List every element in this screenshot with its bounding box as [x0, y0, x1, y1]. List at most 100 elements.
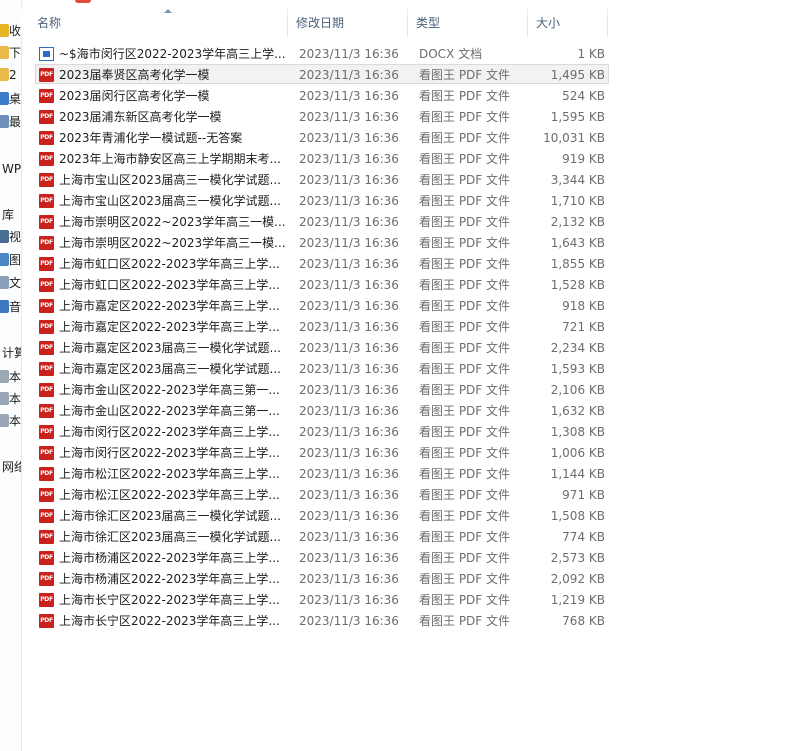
- file-date: 2023/11/3 16:36: [299, 572, 399, 586]
- file-row[interactable]: PDF 上海市崇明区2022~2023学年高三一模... 2023/11/3 16:…: [35, 232, 609, 252]
- nav-item[interactable]: 2: [0, 64, 17, 84]
- file-size: 1,855 KB: [550, 257, 605, 271]
- nav-item[interactable]: 库: [2, 204, 14, 224]
- file-name: 2023届闵行区高考化学一模: [59, 89, 210, 103]
- file-type: 看图王 PDF 文件: [419, 362, 511, 376]
- pdf-file-icon: PDF: [39, 551, 54, 565]
- file-date: 2023/11/3 16:36: [299, 320, 399, 334]
- file-name: 上海市闵行区2022-2023学年高三上学...: [59, 446, 280, 460]
- file-row[interactable]: PDF 2023届浦东新区高考化学一模 2023/11/3 16:36 看图王 PDF…: [35, 106, 609, 126]
- file-row[interactable]: PDF 2023年青浦化学一模试题--无答案 2023/11/3 16:36 看图王 …: [35, 127, 609, 147]
- file-row[interactable]: PDF 上海市崇明区2022~2023学年高三一模... 2023/11/3 16:…: [35, 211, 609, 231]
- nav-item[interactable]: 本地: [0, 366, 21, 386]
- file-size: 1,308 KB: [550, 425, 605, 439]
- recent-places-icon: [0, 115, 9, 128]
- file-size: 1,006 KB: [550, 446, 605, 460]
- file-type: 看图王 PDF 文件: [419, 278, 511, 292]
- file-row[interactable]: PDF 上海市金山区2022-2023学年高三第一... 2023/11/3 16:…: [35, 379, 609, 399]
- file-size: 971 KB: [562, 488, 605, 502]
- file-type: 看图王 PDF 文件: [419, 215, 511, 229]
- file-name: 上海市嘉定区2022-2023学年高三上学...: [59, 299, 280, 313]
- nav-item[interactable]: 文档: [0, 272, 21, 292]
- file-row[interactable]: PDF 上海市嘉定区2023届高三一模化学试题... 2023/11/3 16:36…: [35, 358, 609, 378]
- file-type: 看图王 PDF 文件: [419, 593, 511, 607]
- nav-item[interactable]: 本地: [0, 410, 21, 430]
- nav-item[interactable]: 视频: [0, 226, 22, 246]
- nav-item-label: 音乐: [9, 299, 22, 314]
- column-header-size[interactable]: 大小: [528, 9, 608, 37]
- file-row[interactable]: PDF 上海市闵行区2022-2023学年高三上学... 2023/11/3 16:…: [35, 442, 609, 462]
- file-name: 上海市徐汇区2023届高三一模化学试题...: [59, 509, 281, 523]
- file-size: 10,031 KB: [543, 131, 605, 145]
- file-name: 上海市崇明区2022~2023学年高三一模...: [59, 236, 286, 250]
- file-name: 上海市杨浦区2022-2023学年高三上学...: [59, 572, 280, 586]
- nav-item[interactable]: 网络: [2, 456, 21, 476]
- file-row[interactable]: PDF 上海市杨浦区2022-2023学年高三上学... 2023/11/3 16:…: [35, 547, 609, 567]
- file-row[interactable]: PDF 2023年上海市静安区高三上学期期末考... 2023/11/3 16:36…: [35, 148, 609, 168]
- file-row[interactable]: PDF 上海市宝山区2023届高三一模化学试题... 2023/11/3 16:36…: [35, 169, 609, 189]
- file-date: 2023/11/3 16:36: [299, 68, 399, 82]
- nav-item[interactable]: 计算机: [2, 342, 21, 362]
- file-type: 看图王 PDF 文件: [419, 383, 511, 397]
- column-header-type[interactable]: 类型: [408, 9, 528, 37]
- file-row[interactable]: PDF 上海市金山区2022-2023学年高三第一... 2023/11/3 16:…: [35, 400, 609, 420]
- nav-item[interactable]: WPS: [2, 158, 21, 178]
- file-row[interactable]: PDF 上海市杨浦区2022-2023学年高三上学... 2023/11/3 16:…: [35, 568, 609, 588]
- nav-item-label: 下载: [9, 45, 22, 60]
- file-row[interactable]: PDF 上海市嘉定区2023届高三一模化学试题... 2023/11/3 16:36…: [35, 337, 609, 357]
- file-name: 2023届浦东新区高考化学一模: [59, 110, 222, 124]
- file-row[interactable]: PDF 上海市嘉定区2022-2023学年高三上学... 2023/11/3 16:…: [35, 316, 609, 336]
- nav-item[interactable]: 桌面: [0, 88, 21, 108]
- nav-item-label: 图片: [9, 252, 22, 267]
- nav-item[interactable]: 下载: [0, 42, 22, 62]
- nav-item[interactable]: 本地: [0, 388, 21, 408]
- pdf-file-icon: PDF: [39, 299, 54, 313]
- file-row[interactable]: PDF 上海市长宁区2022-2023学年高三上学... 2023/11/3 16:…: [35, 589, 609, 609]
- file-size: 1,593 KB: [550, 362, 605, 376]
- file-row[interactable]: PDF 上海市虹口区2022-2023学年高三上学... 2023/11/3 16:…: [35, 253, 609, 273]
- file-row[interactable]: PDF 上海市长宁区2022-2023学年高三上学... 2023/11/3 16:…: [35, 610, 609, 630]
- pdf-file-icon: PDF: [39, 383, 54, 397]
- file-row[interactable]: PDF 上海市松江区2022-2023学年高三上学... 2023/11/3 16:…: [35, 484, 609, 504]
- file-row[interactable]: PDF 2023届奉贤区高考化学一模 2023/11/3 16:36 看图王 PDF …: [35, 64, 609, 84]
- file-row[interactable]: PDF 上海市闵行区2022-2023学年高三上学... 2023/11/3 16:…: [35, 421, 609, 441]
- file-row[interactable]: PDF 上海市嘉定区2022-2023学年高三上学... 2023/11/3 16:…: [35, 295, 609, 315]
- nav-item[interactable]: 最近: [0, 111, 21, 131]
- nav-item-label: 2: [9, 67, 17, 82]
- nav-item[interactable]: 收藏: [0, 20, 21, 40]
- pdf-file-icon: PDF: [39, 173, 54, 187]
- drive-icon: [0, 392, 9, 405]
- file-size: 1,495 KB: [550, 68, 605, 82]
- file-date: 2023/11/3 16:36: [299, 299, 399, 313]
- app-tab-marker: [75, 0, 91, 3]
- column-header-name[interactable]: 名称: [29, 9, 288, 37]
- top-edge: [21, 0, 791, 3]
- file-type: 看图王 PDF 文件: [419, 572, 511, 586]
- file-row[interactable]: PDF 上海市徐汇区2023届高三一模化学试题... 2023/11/3 16:36…: [35, 526, 609, 546]
- nav-item-label: 视频: [9, 229, 22, 244]
- file-row[interactable]: PDF 上海市虹口区2022-2023学年高三上学... 2023/11/3 16:…: [35, 274, 609, 294]
- pdf-file-icon: PDF: [39, 572, 54, 586]
- file-date: 2023/11/3 16:36: [299, 383, 399, 397]
- file-row[interactable]: PDF 2023届闵行区高考化学一模 2023/11/3 16:36 看图王 PDF …: [35, 85, 609, 105]
- file-date: 2023/11/3 16:36: [299, 530, 399, 544]
- file-name: 上海市松江区2022-2023学年高三上学...: [59, 488, 280, 502]
- file-row[interactable]: PDF 上海市徐汇区2023届高三一模化学试题... 2023/11/3 16:36…: [35, 505, 609, 525]
- column-header-date[interactable]: 修改日期: [288, 9, 408, 37]
- file-type: DOCX 文档: [419, 47, 483, 61]
- file-type: 看图王 PDF 文件: [419, 236, 511, 250]
- file-row[interactable]: ~$海市闵行区2022-2023学年高三上学... 2023/11/3 16:36…: [35, 43, 609, 63]
- file-name: ~$海市闵行区2022-2023学年高三上学...: [59, 47, 286, 61]
- file-name: 上海市宝山区2023届高三一模化学试题...: [59, 173, 281, 187]
- nav-item[interactable]: 图片: [0, 249, 22, 269]
- file-type: 看图王 PDF 文件: [419, 152, 511, 166]
- file-row[interactable]: PDF 上海市松江区2022-2023学年高三上学... 2023/11/3 16:…: [35, 463, 609, 483]
- pdf-file-icon: PDF: [39, 110, 54, 124]
- file-row[interactable]: PDF 上海市宝山区2023届高三一模化学试题... 2023/11/3 16:36…: [35, 190, 609, 210]
- file-date: 2023/11/3 16:36: [299, 257, 399, 271]
- file-size: 918 KB: [562, 299, 605, 313]
- nav-item[interactable]: 音乐: [0, 296, 22, 316]
- file-size: 1,632 KB: [550, 404, 605, 418]
- file-size: 3,344 KB: [550, 173, 605, 187]
- nav-item-label: 库: [2, 207, 15, 222]
